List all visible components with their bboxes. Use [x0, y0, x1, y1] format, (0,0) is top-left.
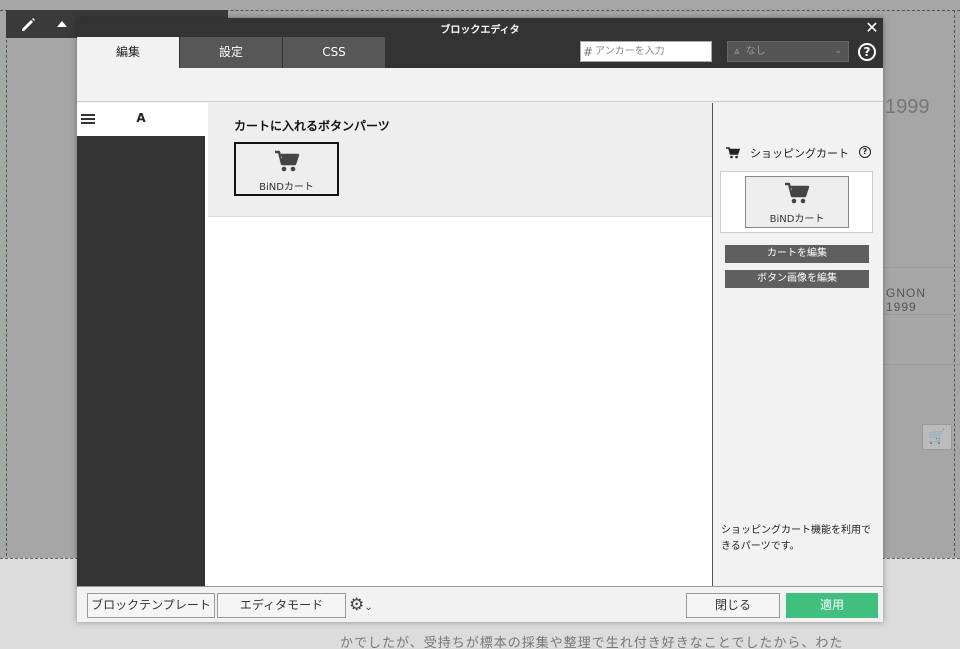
block-nav-label: A	[136, 111, 146, 125]
background-strip	[884, 315, 960, 365]
panel-title-text: ショッピングカート	[750, 147, 849, 160]
background-body-text: かでしたが、受持ちが標本の採集や整理で生れ付き好きなことでしたから、わた	[340, 636, 844, 649]
background-guide-line	[2, 40, 3, 556]
sub-toolbar	[77, 68, 883, 102]
block-nav-item[interactable]: A	[77, 103, 205, 136]
dialog-footer: ブロックテンプレート エディタモード ⚙⌄ 閉じる 適用	[77, 586, 883, 622]
link-node-icon: ⩓	[734, 46, 740, 57]
cart-button-preview: BiNDカート	[720, 171, 873, 233]
shopping-cart-icon	[785, 182, 810, 204]
hash-icon: #	[582, 44, 594, 59]
tab-settings[interactable]: 設定	[180, 37, 283, 68]
panel-description: ショッピングカート機能を利用できるパーツです。	[721, 525, 871, 552]
panel-title: ショッピングカート	[726, 145, 849, 161]
gear-icon[interactable]: ⚙⌄	[349, 596, 381, 616]
help-icon[interactable]: ?	[858, 43, 876, 61]
dialog-title: ブロックエディタ	[440, 25, 520, 36]
preview-button-label: BiNDカート	[769, 214, 825, 225]
background-gnon-text: GNON 1999	[886, 286, 926, 314]
help-icon[interactable]: ?	[859, 146, 871, 158]
background-cart-icon: 🛒	[922, 424, 952, 450]
tab-css[interactable]: CSS	[283, 37, 386, 68]
chevron-down-icon: ⌄	[364, 602, 373, 613]
anchor-select-value: なし	[745, 46, 766, 57]
close-icon[interactable]: ✕	[865, 20, 879, 36]
chevron-down-icon: ⌄	[834, 46, 842, 56]
properties-panel: ショッピングカート ? BiNDカート カートを編集 ボタン画像を編集 ショッピ…	[712, 103, 883, 586]
tab-bar: 編集 設定 CSS	[77, 37, 386, 68]
anchor-field: #	[580, 41, 712, 62]
bind-cart-button-label: BiNDカート	[259, 182, 314, 193]
apply-button[interactable]: 適用	[786, 593, 878, 618]
anchor-input[interactable]	[595, 46, 709, 57]
background-year-text: 1999	[885, 96, 930, 118]
block-template-button[interactable]: ブロックテンプレート	[87, 593, 215, 618]
preview-button: BiNDカート	[745, 176, 849, 228]
shopping-cart-icon	[726, 147, 740, 159]
editor-mode-button[interactable]: エディタモード	[217, 593, 346, 618]
pencil-icon[interactable]	[18, 14, 38, 34]
close-button[interactable]: 閉じる	[686, 593, 780, 618]
bind-cart-button[interactable]: BiNDカート	[234, 142, 339, 196]
shopping-cart-icon	[275, 150, 300, 172]
cart-part-block[interactable]: カートに入れるボタンパーツ BiNDカート	[208, 103, 712, 217]
block-nav-sidebar: A	[77, 103, 205, 586]
dialog-titlebar: ブロックエディタ ✕ 編集 設定 CSS # ⩓ なし ⌄ ?	[77, 18, 883, 68]
anchor-select[interactable]: ⩓ なし ⌄	[727, 41, 849, 62]
block-heading: カートに入れるボタンパーツ	[234, 119, 390, 133]
block-editor-dialog: ブロックエディタ ✕ 編集 設定 CSS # ⩓ なし ⌄ ? A カートに入れる…	[77, 18, 883, 622]
editor-canvas: カートに入れるボタンパーツ BiNDカート	[205, 103, 712, 586]
background-block-border-left	[6, 10, 7, 556]
edit-cart-button[interactable]: カートを編集	[725, 245, 869, 263]
tab-edit[interactable]: 編集	[77, 37, 180, 68]
arrow-up-icon[interactable]	[52, 14, 72, 34]
hamburger-icon[interactable]	[81, 114, 95, 126]
edit-button-image-button[interactable]: ボタン画像を編集	[725, 270, 869, 288]
